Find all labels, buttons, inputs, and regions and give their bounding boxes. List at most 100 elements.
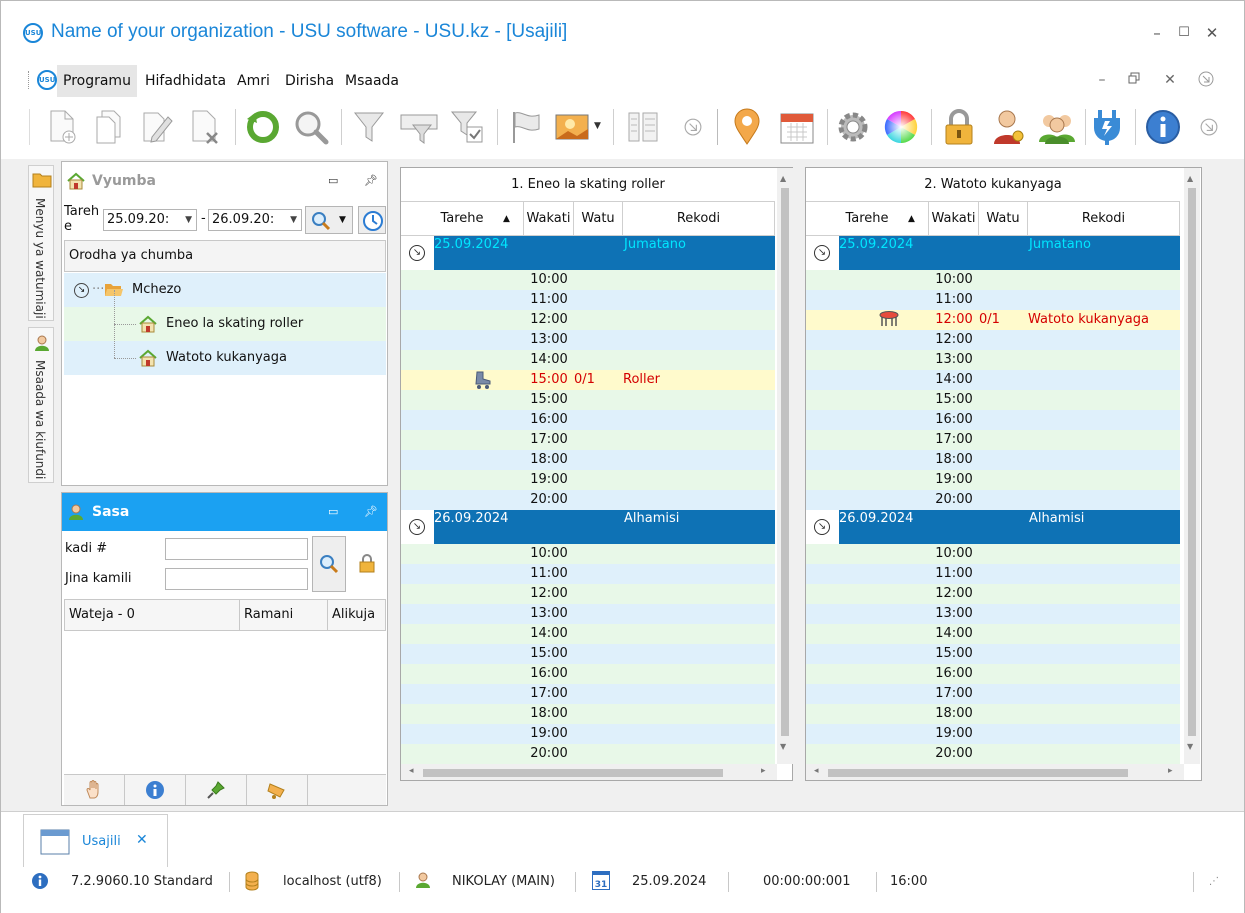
scroll-up-arrow[interactable]: ▲	[780, 174, 786, 183]
column-filter-icon[interactable]	[397, 105, 441, 149]
clock-button[interactable]	[358, 206, 386, 234]
booked-slot-row[interactable]: 15:00 0/1 Roller	[401, 370, 775, 390]
menu-dirisha[interactable]: Dirisha	[279, 65, 340, 97]
time-slot-row[interactable]: 10:00	[401, 270, 775, 290]
column-settings-icon[interactable]	[621, 105, 665, 149]
tree-room-trampoline[interactable]: Watoto kukanyaga	[64, 324, 386, 375]
col-people[interactable]: Watu	[574, 202, 623, 236]
col-record[interactable]: Rekodi	[1028, 202, 1180, 236]
time-slot-row[interactable]: 14:00	[401, 350, 775, 370]
resize-grip-icon[interactable]: ⋰	[1209, 876, 1219, 887]
card-number-input[interactable]	[165, 538, 308, 560]
col-clients[interactable]: Wateja - 0	[65, 600, 240, 630]
image-dropdown-arrow[interactable]: ▼	[594, 121, 601, 131]
time-slot-row[interactable]: 11:00	[401, 290, 775, 310]
menu-msaada[interactable]: Msaada	[339, 65, 405, 97]
scroll-thumb[interactable]	[1188, 188, 1196, 736]
side-tab-tech-support[interactable]: Msaada wa kiufundi	[28, 327, 54, 483]
scroll-down-arrow[interactable]: ▼	[1187, 742, 1193, 751]
menu-hifadhidata[interactable]: Hifadhidata	[139, 65, 232, 97]
time-slot-row[interactable]: 20:00	[401, 490, 775, 510]
time-slot-row[interactable]: 13:00	[401, 604, 775, 624]
time-slot-row[interactable]: 15:00	[806, 644, 1180, 664]
time-slot-row[interactable]: 20:00	[401, 744, 775, 764]
col-date[interactable]: Tarehe ▲	[401, 202, 524, 236]
col-arrived[interactable]: Alikuja	[328, 600, 386, 630]
filter-icon[interactable]	[347, 105, 391, 149]
time-slot-row[interactable]: 16:00	[806, 664, 1180, 684]
delete-record-icon[interactable]	[183, 105, 227, 149]
sasa-panel-pin-icon[interactable]: 📌︎	[364, 505, 378, 518]
booked-slot-row[interactable]: 12:00 0/1 Watoto kukanyaga	[806, 310, 1180, 330]
tab-close-button[interactable]: ✕	[136, 832, 148, 848]
minimize-button[interactable]: –	[1147, 23, 1167, 43]
col-time[interactable]: Wakati	[929, 202, 979, 236]
scroll-right-arrow[interactable]: ▸	[761, 766, 766, 776]
collapse-icon[interactable]: ↘	[814, 245, 830, 261]
toolbar-collapse-icon[interactable]	[1187, 105, 1231, 149]
menu-programu[interactable]: Programu	[57, 65, 137, 97]
time-slot-row[interactable]: 15:00	[806, 390, 1180, 410]
time-slot-row[interactable]: 12:00	[806, 584, 1180, 604]
collapse-icon[interactable]: ↘	[814, 519, 830, 535]
time-slot-row[interactable]: 18:00	[401, 704, 775, 724]
time-slot-row[interactable]: 20:00	[806, 490, 1180, 510]
time-slot-row[interactable]: 10:00	[806, 544, 1180, 564]
color-wheel-icon[interactable]	[879, 105, 923, 149]
filter-apply-icon[interactable]	[445, 105, 489, 149]
lock-icon[interactable]	[937, 105, 981, 149]
time-slot-row[interactable]: 13:00	[401, 330, 775, 350]
scroll-left-arrow[interactable]: ◂	[409, 766, 414, 776]
time-slot-row[interactable]: 17:00	[401, 430, 775, 450]
time-slot-row[interactable]: 11:00	[806, 290, 1180, 310]
tree-room-skating[interactable]: Eneo la skating roller	[64, 290, 386, 341]
time-slot-row[interactable]: 14:00	[806, 370, 1180, 390]
scroll-up-arrow[interactable]: ▲	[1187, 174, 1193, 183]
time-slot-row[interactable]: 14:00	[806, 624, 1180, 644]
time-slot-row[interactable]: 13:00	[806, 604, 1180, 624]
time-slot-row[interactable]: 20:00	[806, 744, 1180, 764]
schedule-1-hscroll[interactable]: ◂ ▸	[401, 764, 777, 780]
schedule-2-vscroll[interactable]: ▲ ▼	[1184, 168, 1200, 764]
search-button[interactable]: ▼	[305, 206, 353, 234]
client-info-button[interactable]	[125, 775, 186, 805]
time-slot-row[interactable]: 19:00	[401, 470, 775, 490]
time-slot-row[interactable]: 17:00	[401, 684, 775, 704]
col-time[interactable]: Wakati	[524, 202, 574, 236]
menu-amri[interactable]: Amri	[231, 65, 276, 97]
col-people[interactable]: Watu	[979, 202, 1028, 236]
user-key-icon[interactable]	[987, 105, 1031, 149]
time-slot-row[interactable]: 14:00	[401, 624, 775, 644]
refresh-icon[interactable]	[241, 105, 285, 149]
rooms-panel-pin-icon[interactable]: 📌︎	[364, 174, 378, 187]
settings-gear-icon[interactable]	[831, 105, 875, 149]
chevron-down-icon[interactable]: ▼	[185, 210, 192, 230]
tree-group-mchezo[interactable]: ↘ ····· Mchezo	[64, 273, 386, 307]
col-date[interactable]: Tarehe ▲	[806, 202, 929, 236]
chevron-down-icon[interactable]: ▼	[290, 210, 297, 230]
time-slot-row[interactable]: 19:00	[401, 724, 775, 744]
hand-button[interactable]	[64, 775, 125, 805]
side-tab-user-menu[interactable]: Menyu ya watumiaji	[28, 165, 54, 321]
time-slot-row[interactable]: 15:00	[401, 644, 775, 664]
collapse-icon[interactable]: ↘	[409, 519, 425, 535]
flag-icon[interactable]	[503, 105, 547, 149]
collapse-menu-icon[interactable]	[1197, 71, 1215, 89]
info-icon[interactable]	[1141, 105, 1185, 149]
search-dropdown-arrow[interactable]: ▼	[339, 215, 346, 225]
day-group-row[interactable]: ↘ 25.09.2024 Jumatano	[401, 236, 775, 270]
pin-button[interactable]	[186, 775, 247, 805]
time-slot-row[interactable]: 17:00	[806, 684, 1180, 704]
time-slot-row[interactable]: 19:00	[806, 470, 1180, 490]
time-slot-row[interactable]: 16:00	[401, 410, 775, 430]
maximize-button[interactable]: ☐	[1174, 23, 1194, 43]
time-slot-row[interactable]: 15:00	[401, 390, 775, 410]
scroll-left-arrow[interactable]: ◂	[814, 766, 819, 776]
day-group-row[interactable]: ↘ 25.09.2024 Jumatano	[806, 236, 1180, 270]
time-slot-row[interactable]: 12:00	[401, 310, 775, 330]
copy-record-icon[interactable]	[87, 105, 131, 149]
day-group-toggle[interactable]: ↘	[401, 510, 434, 544]
scroll-thumb[interactable]	[423, 769, 723, 777]
expand-icon[interactable]: ↘	[74, 283, 89, 298]
background-image-icon[interactable]	[551, 105, 595, 149]
